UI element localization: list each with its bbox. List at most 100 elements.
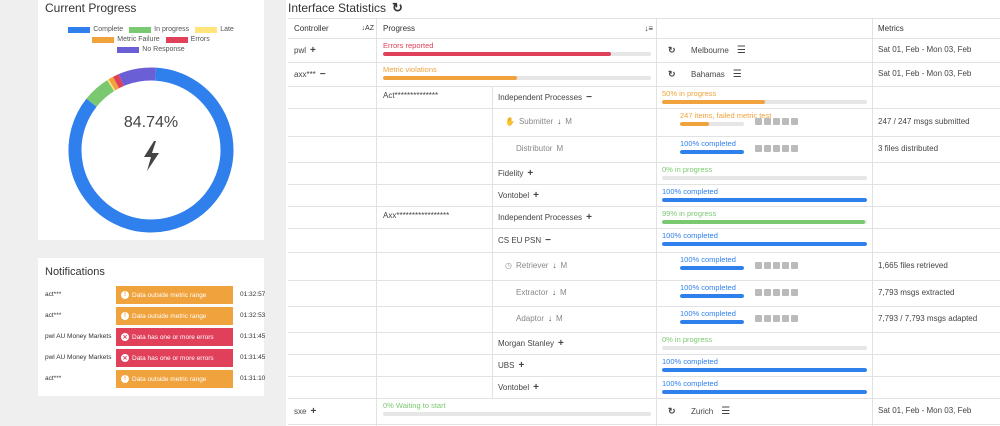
location-cell[interactable]: Melbourne ☰ [691,45,746,56]
metrics-cell: 1,665 files retrieved [878,261,948,270]
down-arrow-icon[interactable]: ↓ [552,288,556,297]
legend-complete[interactable]: Complete [68,26,123,33]
row-refresh[interactable]: ↻ [668,406,676,417]
note-icon[interactable] [791,118,798,125]
settings-icon[interactable] [755,315,762,322]
donut-segment-late[interactable] [107,79,116,92]
walker-icon[interactable] [764,145,771,152]
expand-icon[interactable]: + [527,168,533,179]
note-icon[interactable] [791,315,798,322]
expand-icon[interactable]: + [586,212,592,223]
note-icon[interactable] [791,145,798,152]
process-cell[interactable]: Morgan Stanley + [498,338,564,349]
refresh-icon[interactable]: ↻ [668,69,676,80]
process-cell[interactable]: Independent Processes + [498,212,592,223]
settings-icon[interactable] [755,289,762,296]
expand-icon[interactable]: + [310,45,316,56]
settings-icon[interactable] [755,118,762,125]
step-cell[interactable]: Distributor M [516,144,563,153]
controller-cell[interactable]: pwl + [294,45,316,56]
process-cell[interactable]: Independent Processes − [498,92,592,103]
donut-segment-no-response[interactable] [118,67,156,87]
notification-item[interactable]: act***! Data outside metric range 01:31:10 [38,370,265,388]
process-cell[interactable]: Vontobel + [498,382,539,393]
database-icon[interactable] [773,315,780,322]
notification-badge[interactable]: ✕ Data has one or more errors [116,349,233,367]
donut-segment-errors[interactable] [113,74,124,89]
database-icon[interactable] [773,118,780,125]
location-cell[interactable]: Bahamas ☰ [691,69,742,80]
notification-item[interactable]: act***! Data outside metric range 01:32:53 [38,307,265,325]
note-icon[interactable] [791,289,798,296]
refresh-icon[interactable]: ↻ [668,406,676,417]
legend-late[interactable]: Late [195,26,234,33]
walker-icon[interactable] [764,262,771,269]
down-arrow-icon[interactable]: ↓ [552,261,556,270]
refresh-icon[interactable]: ↻ [392,0,403,16]
walker-icon[interactable] [764,118,771,125]
row-refresh[interactable]: ↻ [668,45,676,56]
expand-icon[interactable]: + [533,190,539,201]
collapse-icon[interactable]: − [545,235,551,246]
notification-badge[interactable]: ! Data outside metric range [116,307,233,325]
notification-badge[interactable]: ! Data outside metric range [116,286,233,304]
notification-item[interactable]: act***! Data outside metric range 01:32:57 [38,286,265,304]
progress-column-header[interactable]: Progress ↓≡ [383,18,653,38]
location-cell[interactable]: Zurich ☰ [691,406,730,417]
note-icon[interactable] [791,262,798,269]
legend-errors[interactable]: Errors [165,36,210,43]
sort-alpha-icon[interactable]: ↓AZ [362,25,374,32]
collapse-icon[interactable]: − [586,92,592,103]
process-cell[interactable]: Vontobel + [498,190,539,201]
walker-icon[interactable] [764,315,771,322]
expand-icon[interactable]: + [310,406,316,417]
metrics-column-header[interactable]: Metrics [878,18,978,38]
legend-in-progress[interactable]: In progress [129,26,189,33]
table-icon[interactable] [782,262,789,269]
expand-icon[interactable]: + [533,382,539,393]
process-name: UBS [498,361,515,370]
notification-badge[interactable]: ! Data outside metric range [116,370,233,388]
process-cell[interactable]: Fidelity + [498,168,533,179]
notification-source: act*** [45,375,62,382]
database-icon[interactable] [773,262,780,269]
legend-metric-failure[interactable]: Metric Failure [92,36,160,43]
legend-no-response[interactable]: No Response [117,46,185,53]
step-cell[interactable]: Extractor ↓ M [516,288,567,297]
controller-cell[interactable]: sxe + [294,406,316,417]
progress-bar-fill [383,76,517,80]
table-icon[interactable] [782,289,789,296]
menu-icon[interactable]: ☰ [733,69,742,80]
donut-segment-in-progress[interactable] [86,80,115,107]
walker-icon[interactable] [764,289,771,296]
step-cell[interactable]: Adaptor ↓ M [516,314,563,323]
notification-item[interactable]: pwl AU Money Markets ✕ Data has one or mor… [38,349,265,367]
process-cell[interactable]: CS EU PSN − [498,235,551,246]
down-arrow-icon[interactable]: ↓ [548,314,552,323]
database-icon[interactable] [773,145,780,152]
database-icon[interactable] [773,289,780,296]
menu-icon[interactable]: ☰ [737,45,746,56]
down-arrow-icon[interactable]: ↓ [557,117,561,126]
collapse-icon[interactable]: − [320,69,326,80]
controller-cell[interactable]: axx*** − [294,69,326,80]
progress-bar-fill [680,320,744,324]
notification-item[interactable]: pwl AU Money Markets ✕ Data has one or mor… [38,328,265,346]
notification-badge[interactable]: ✕ Data has one or more errors [116,328,233,346]
step-cell[interactable]: ◷ Retriever ↓ M [505,261,567,270]
settings-icon[interactable] [755,145,762,152]
expand-icon[interactable]: + [518,360,524,371]
expand-icon[interactable]: + [558,338,564,349]
sort-desc-icon[interactable]: ↓≡ [644,24,653,33]
table-icon[interactable] [782,118,789,125]
table-icon[interactable] [782,315,789,322]
process-cell[interactable]: UBS + [498,360,524,371]
menu-icon[interactable]: ☰ [721,406,730,417]
controller-column-header[interactable]: Controller ↓AZ [294,18,374,38]
settings-icon[interactable] [755,262,762,269]
refresh-icon[interactable]: ↻ [668,45,676,56]
step-cell[interactable]: ✋ Submitter ↓ M [505,117,572,126]
donut-segment-metric-failure[interactable] [108,76,120,91]
row-refresh[interactable]: ↻ [668,69,676,80]
table-icon[interactable] [782,145,789,152]
